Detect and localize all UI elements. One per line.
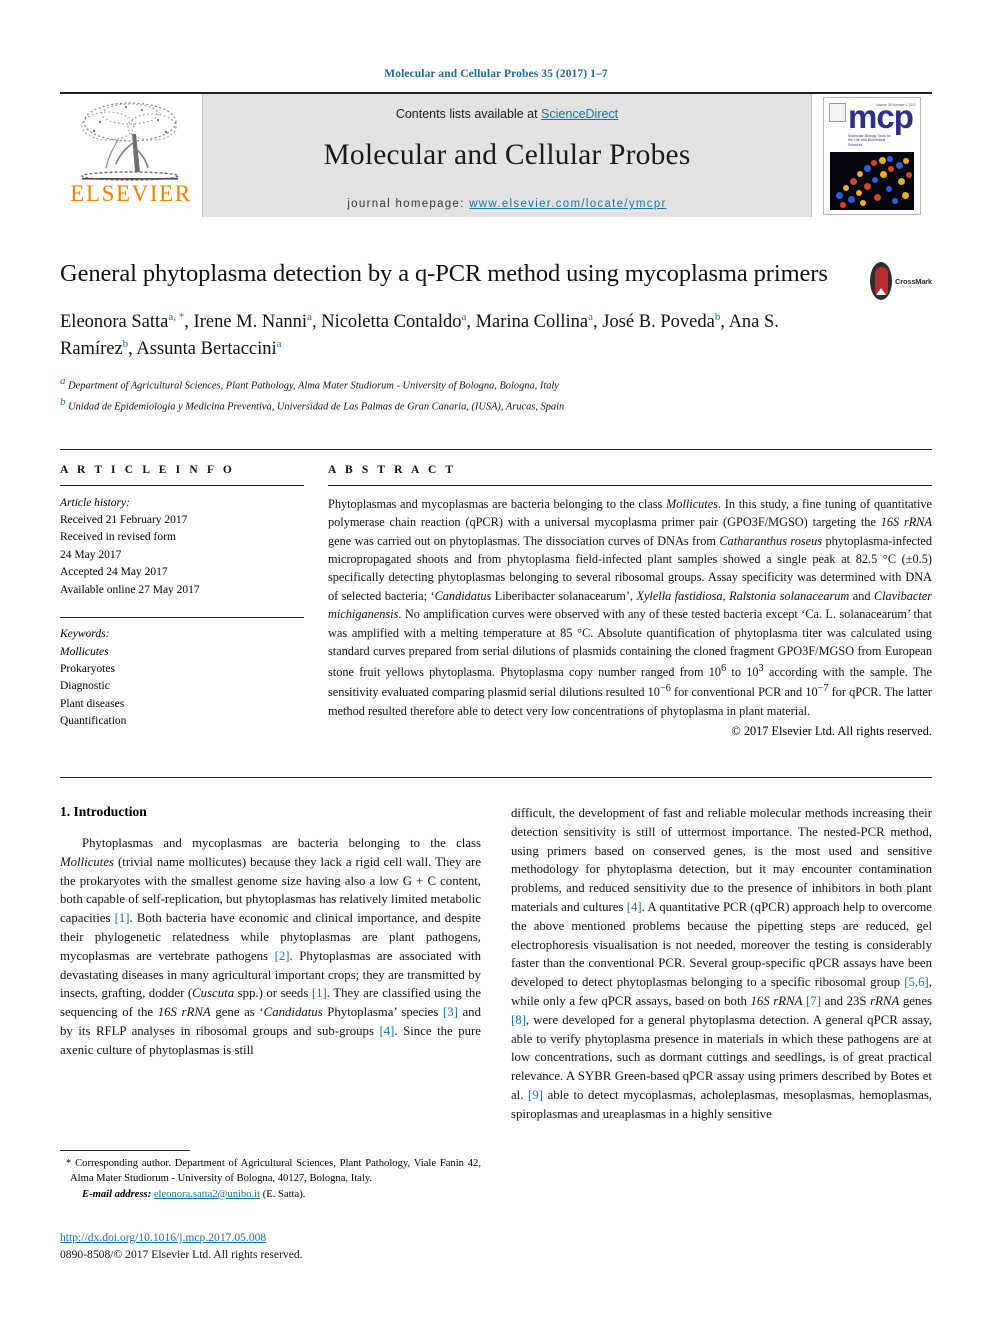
paragraph: difficult, the development of fast and r… xyxy=(511,806,932,1121)
affiliation-mark: a xyxy=(60,374,66,387)
journal-homepage-link[interactable]: www.elsevier.com/locate/ymcpr xyxy=(469,198,666,210)
cover-artwork xyxy=(830,151,914,210)
author-name: Nicoletta Contaldo xyxy=(321,311,462,332)
keyword-item: Prokaryotes xyxy=(60,662,115,675)
keywords-label: Keywords: xyxy=(60,628,110,641)
cover-top: Volume 35 Number 1 2017 mcp Molecular Bi… xyxy=(824,97,920,150)
email-link[interactable]: eleonora.satta2@unibo.it xyxy=(154,1189,260,1200)
email-note: E-mail address: eleonora.satta2@unibo.it… xyxy=(60,1187,481,1202)
author-mark: a xyxy=(307,310,312,323)
email-suffix: (E. Satta). xyxy=(262,1188,306,1200)
affiliation-text: Unidad de Epidemiologia y Medicina Preve… xyxy=(68,401,565,413)
divider xyxy=(328,484,932,486)
divider xyxy=(60,484,304,486)
author-name: José B. Poveda xyxy=(602,311,715,332)
contents-lists-line: Contents lists available at ScienceDirec… xyxy=(396,107,618,121)
author-name: Irene M. Nanni xyxy=(193,311,308,332)
body-column-right: difficult, the development of fast and r… xyxy=(511,804,932,1124)
author-mark: a xyxy=(276,337,282,350)
publisher-logo-block: ELSEVIER xyxy=(60,94,202,217)
author-mark: b xyxy=(122,337,129,350)
author-mark: a xyxy=(588,310,594,323)
contents-prefix: Contents lists available at xyxy=(395,107,542,121)
affiliation-item: b Unidad de Epidemiologia y Medicina Pre… xyxy=(60,394,932,415)
article-history-item: 24 May 2017 xyxy=(60,548,122,561)
email-label: E-mail address: xyxy=(82,1188,152,1200)
abstract-copyright: © 2017 Elsevier Ltd. All rights reserved… xyxy=(731,724,932,739)
cover-subtitle: Molecular Biology Tools for the Life and… xyxy=(848,133,891,148)
article-info-heading: A R T I C L E I N F O xyxy=(60,463,235,476)
keyword-item: Mollicutes xyxy=(60,645,109,658)
author-name: Assunta Bertaccini xyxy=(136,338,277,359)
abstract-heading: A B S T R A C T xyxy=(328,463,457,476)
journal-masthead: ELSEVIER Contents lists available at Sci… xyxy=(60,92,932,217)
cover-logo-text: mcp xyxy=(848,97,914,135)
keyword-item: Quantification xyxy=(60,715,127,728)
title-block: General phytoplasma detection by a q-PCR… xyxy=(60,259,932,415)
keyword-item: Diagnostic xyxy=(60,680,110,693)
elsevier-tree-icon xyxy=(78,98,184,186)
journal-cover-thumbnail[interactable]: Volume 35 Number 1 2017 mcp Molecular Bi… xyxy=(823,96,921,215)
keywords-block: Keywords: Mollicutes Prokaryotes Diagnos… xyxy=(60,617,304,731)
section-heading-introduction: 1. Introduction xyxy=(60,804,147,820)
paragraph: Phytoplasmas and mycoplasmas are bacteri… xyxy=(60,836,481,1057)
journal-title: Molecular and Cellular Probes xyxy=(323,139,691,171)
abstract-text: Phytoplasmas and mycoplasmas are bacteri… xyxy=(328,496,933,718)
cover-elsevier-logo-icon xyxy=(829,102,846,122)
sciencedirect-link[interactable]: ScienceDirect xyxy=(541,107,618,121)
divider xyxy=(60,617,304,619)
article-history-item: Available online 27 May 2017 xyxy=(60,583,200,596)
doi-link[interactable]: http://dx.doi.org/10.1016/j.mcp.2017.05.… xyxy=(60,1231,266,1244)
masthead-right: Volume 35 Number 1 2017 mcp Molecular Bi… xyxy=(812,94,932,217)
homepage-prefix: journal homepage: xyxy=(347,198,470,210)
footnote-divider xyxy=(60,1150,190,1151)
corresponding-author-note: * Corresponding author. Department of Ag… xyxy=(66,1158,481,1185)
journal-homepage-line: journal homepage: www.elsevier.com/locat… xyxy=(347,198,666,210)
issn-copyright: 0890-8508/© 2017 Elsevier Ltd. All right… xyxy=(60,1248,303,1262)
article-history-item: Accepted 24 May 2017 xyxy=(60,566,168,579)
crossmark-label: CrossMark xyxy=(895,276,932,286)
author-name: Marina Collina xyxy=(475,311,589,332)
article-history-item: Received in revised form xyxy=(60,531,176,544)
crossmark-badge[interactable]: CrossMark xyxy=(870,261,932,301)
body-columns: 1. Introduction Phytoplasmas and mycopla… xyxy=(60,777,932,1124)
affiliation-list: a Department of Agricultural Sciences, P… xyxy=(60,373,932,415)
affiliation-item: a Department of Agricultural Sciences, P… xyxy=(60,373,932,394)
author-list: Eleonora Sattaa, *, Irene M. Nannia, Nic… xyxy=(60,310,779,359)
crossmark-icon xyxy=(870,262,893,300)
doi-block: http://dx.doi.org/10.1016/j.mcp.2017.05.… xyxy=(60,1228,490,1264)
footnote-block: * Corresponding author. Department of Ag… xyxy=(60,1150,481,1202)
body-column-left: 1. Introduction Phytoplasmas and mycopla… xyxy=(60,804,481,1124)
info-abstract-row: A R T I C L E I N F O Article history: R… xyxy=(60,448,932,739)
author-mark: a, * xyxy=(168,310,185,323)
affiliation-mark: b xyxy=(60,395,66,408)
page-title: General phytoplasma detection by a q-PCR… xyxy=(60,260,828,287)
article-info-column: A R T I C L E I N F O Article history: R… xyxy=(60,464,328,739)
article-history-label: Article history: xyxy=(60,496,130,509)
affiliation-text: Department of Agricultural Sciences, Pla… xyxy=(68,379,559,391)
article-history-item: Received 21 February 2017 xyxy=(60,513,188,526)
author-mark: b xyxy=(714,310,721,323)
masthead-center: Contents lists available at ScienceDirec… xyxy=(202,94,812,217)
running-head: Molecular and Cellular Probes 35 (2017) … xyxy=(384,68,608,80)
author-name: Eleonora Satta xyxy=(60,311,169,332)
abstract-column: A B S T R A C T Phytoplasmas and mycopla… xyxy=(328,464,932,739)
keyword-item: Plant diseases xyxy=(60,697,125,710)
author-mark: a xyxy=(461,310,467,323)
journal-article-page: Molecular and Cellular Probes 35 (2017) … xyxy=(0,0,992,1323)
